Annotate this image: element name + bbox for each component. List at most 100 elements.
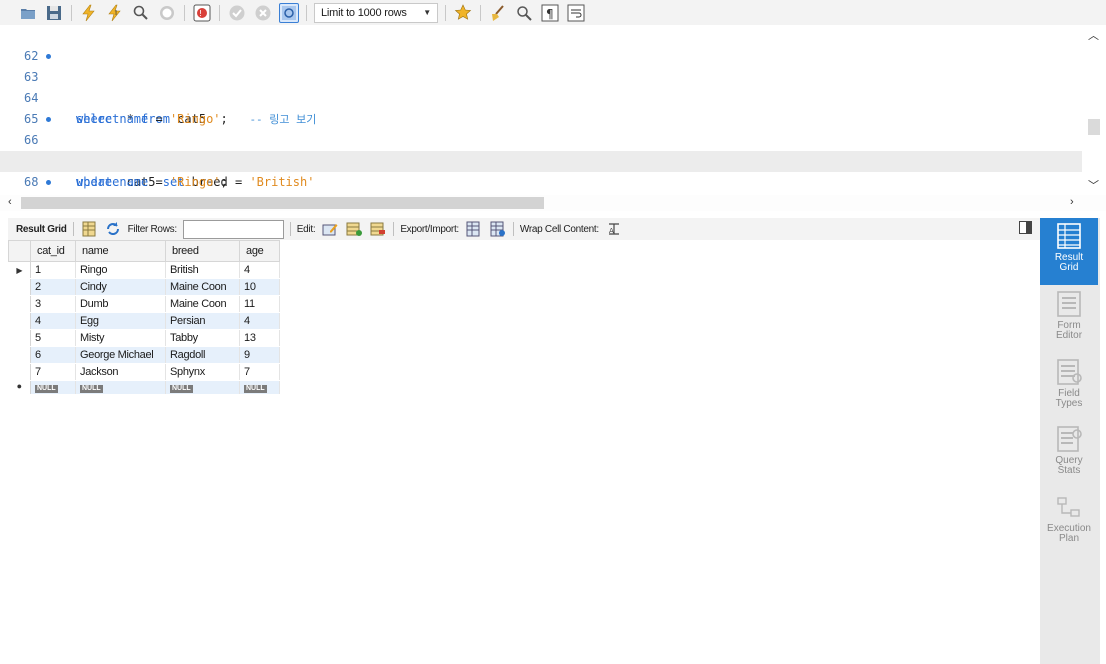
cell-age[interactable]: 4: [239, 312, 280, 330]
table-row[interactable]: ▶ 1 Ringo British 4: [8, 261, 280, 279]
null-badge: NULL: [170, 385, 193, 393]
editor-horizontal-scrollbar[interactable]: ‹ ›: [0, 195, 1106, 211]
insert-row-icon[interactable]: [345, 220, 363, 238]
filter-rows-input[interactable]: [182, 219, 284, 239]
toggle-error-icon[interactable]: !: [192, 3, 212, 23]
chevron-left-icon[interactable]: ‹: [8, 196, 12, 208]
column-header-age[interactable]: age: [239, 240, 280, 262]
column-header-name[interactable]: name: [75, 240, 166, 262]
export-icon[interactable]: [465, 220, 483, 238]
execution-plan-view-button[interactable]: Execution Plan: [1040, 493, 1098, 544]
export-import-label: Export/Import:: [400, 223, 459, 235]
field-types-icon: [1057, 359, 1082, 385]
table-row[interactable]: 5 Misty Tabby 13: [8, 329, 280, 347]
scrollbar-thumb[interactable]: [1088, 119, 1100, 135]
cell-breed[interactable]: Sphynx: [165, 363, 240, 381]
rollback-icon[interactable]: [253, 3, 273, 23]
form-editor-view-button[interactable]: Form Editor: [1040, 290, 1098, 341]
cell-name[interactable]: Jackson: [75, 363, 166, 381]
cell-name[interactable]: Ringo: [75, 261, 166, 279]
result-side-panel: Result Grid Form Editor Field Types Quer…: [1040, 218, 1100, 664]
wrap-cell-label: Wrap Cell Content:: [519, 223, 599, 235]
table-row[interactable]: 6 George Michael Ragdoll 9: [8, 346, 280, 364]
cell-breed[interactable]: Maine Coon: [165, 278, 240, 296]
table-row[interactable]: 3 Dumb Maine Coon 11: [8, 295, 280, 313]
cell-name[interactable]: George Michael: [75, 346, 166, 364]
table-row[interactable]: 7 Jackson Sphynx 7: [8, 363, 280, 381]
cell-name[interactable]: Egg: [75, 312, 166, 330]
cell-breed[interactable]: Ragdoll: [165, 346, 240, 364]
field-types-view-button[interactable]: Field Types: [1040, 358, 1098, 409]
beautify-broom-icon[interactable]: [488, 3, 508, 23]
find-icon[interactable]: [514, 3, 534, 23]
cell-null[interactable]: NULL: [30, 380, 76, 395]
edit-row-icon[interactable]: [321, 220, 339, 238]
cell-cat-id[interactable]: 3: [30, 295, 76, 313]
refresh-icon[interactable]: [104, 220, 122, 238]
cell-cat-id[interactable]: 6: [30, 346, 76, 364]
cell-name[interactable]: Misty: [75, 329, 166, 347]
column-header-breed[interactable]: breed: [165, 240, 240, 262]
editor-vertical-scrollbar[interactable]: ︿ ﹀: [1082, 25, 1106, 195]
cell-cat-id[interactable]: 7: [30, 363, 76, 381]
cell-breed[interactable]: Persian: [165, 312, 240, 330]
svg-text:A: A: [609, 227, 614, 235]
scrollbar-thumb[interactable]: [21, 197, 544, 209]
column-header-cat-id[interactable]: cat_id: [30, 240, 76, 262]
cell-cat-id[interactable]: 2: [30, 278, 76, 296]
cell-cat-id[interactable]: 1: [30, 261, 76, 279]
toggle-side-panel-icon[interactable]: [1019, 221, 1032, 234]
cell-age[interactable]: 7: [239, 363, 280, 381]
delete-row-icon[interactable]: [369, 220, 387, 238]
result-grid-view-button[interactable]: Result Grid: [1040, 218, 1098, 285]
cell-cat-id[interactable]: 5: [30, 329, 76, 347]
execute-icon[interactable]: [79, 3, 99, 23]
form-editor-view-label: Editor: [1055, 330, 1083, 341]
splitter[interactable]: [0, 211, 1106, 218]
cell-breed[interactable]: Maine Coon: [165, 295, 240, 313]
new-row-marker-icon: ●: [8, 380, 31, 395]
invisible-chars-icon[interactable]: ¶: [540, 3, 560, 23]
chevron-right-icon[interactable]: ›: [1070, 196, 1074, 208]
save-icon[interactable]: [44, 3, 64, 23]
filter-rows-label: Filter Rows:: [127, 223, 177, 235]
cell-null[interactable]: NULL: [239, 380, 280, 395]
cell-null[interactable]: NULL: [165, 380, 240, 395]
query-stats-view-label: Stats: [1057, 465, 1081, 476]
word-wrap-icon[interactable]: [566, 3, 586, 23]
table-row[interactable]: 2 Cindy Maine Coon 10: [8, 278, 280, 296]
wrap-cell-icon[interactable]: A: [605, 220, 623, 238]
limit-rows-select[interactable]: Limit to 1000 rows ▼: [314, 2, 438, 23]
stop-icon[interactable]: [157, 3, 177, 23]
cell-age[interactable]: 11: [239, 295, 280, 313]
execute-current-icon[interactable]: I: [105, 3, 125, 23]
cell-age[interactable]: 4: [239, 261, 280, 279]
cell-breed[interactable]: British: [165, 261, 240, 279]
cell-null[interactable]: NULL: [75, 380, 166, 395]
query-stats-view-button[interactable]: Query Stats: [1040, 425, 1098, 476]
import-icon[interactable]: [489, 220, 507, 238]
chevron-up-icon[interactable]: ︿: [1088, 27, 1099, 43]
explain-icon[interactable]: [131, 3, 151, 23]
result-table: cat_id name breed age ▶ 1 Ringo British …: [8, 240, 280, 395]
chevron-down-icon[interactable]: ﹀: [1088, 177, 1099, 193]
new-row[interactable]: ● NULL NULL NULL NULL: [8, 380, 280, 395]
cell-age[interactable]: 9: [239, 346, 280, 364]
commit-icon[interactable]: [227, 3, 247, 23]
grid-layout-icon[interactable]: [80, 220, 98, 238]
bookmark-star-icon[interactable]: [453, 3, 473, 23]
chevron-down-icon: ▼: [423, 8, 431, 17]
cell-name[interactable]: Cindy: [75, 278, 166, 296]
autocommit-icon[interactable]: [279, 2, 299, 23]
toolbar-separator: [289, 222, 291, 236]
cell-age[interactable]: 10: [239, 278, 280, 296]
cell-name[interactable]: Dumb: [75, 295, 166, 313]
open-folder-icon[interactable]: [18, 3, 38, 23]
cell-breed[interactable]: Tabby: [165, 329, 240, 347]
cell-cat-id[interactable]: 4: [30, 312, 76, 330]
table-row[interactable]: 4 Egg Persian 4: [8, 312, 280, 330]
result-grid-view-label: Grid: [1059, 262, 1079, 273]
sql-editor[interactable]: 62 63 select * from cat5 64 where name =…: [0, 25, 1106, 252]
cell-age[interactable]: 13: [239, 329, 280, 347]
result-toolbar: Result Grid Filter Rows: Edit: Export/Im…: [8, 218, 1040, 240]
